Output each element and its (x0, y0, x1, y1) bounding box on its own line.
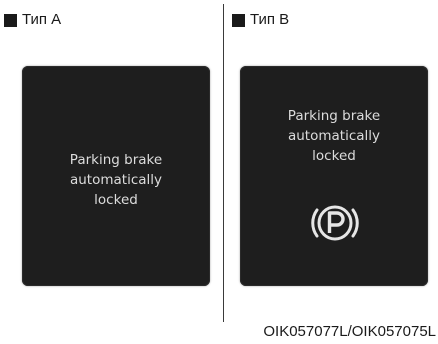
square-bullet-icon (232, 13, 245, 27)
type-a-label-text: Тип A (22, 11, 62, 28)
parking-brake-message: Parking brake automatically locked (69, 152, 163, 208)
parking-brake-icon (311, 205, 359, 241)
cluster-display-type-a: Parking brake automatically locked (22, 66, 210, 286)
type-b-label: Тип B (232, 11, 289, 29)
cluster-display-type-b: Parking brake automatically locked (240, 66, 428, 286)
type-a-label: Тип A (4, 11, 61, 29)
parking-brake-message: Parking brake automatically locked (287, 108, 381, 164)
type-b-label-text: Тип B (250, 11, 290, 28)
column-divider (223, 4, 224, 322)
square-bullet-icon (4, 13, 17, 27)
figure-caption: OIK057077L/OIK057075L (263, 323, 436, 340)
